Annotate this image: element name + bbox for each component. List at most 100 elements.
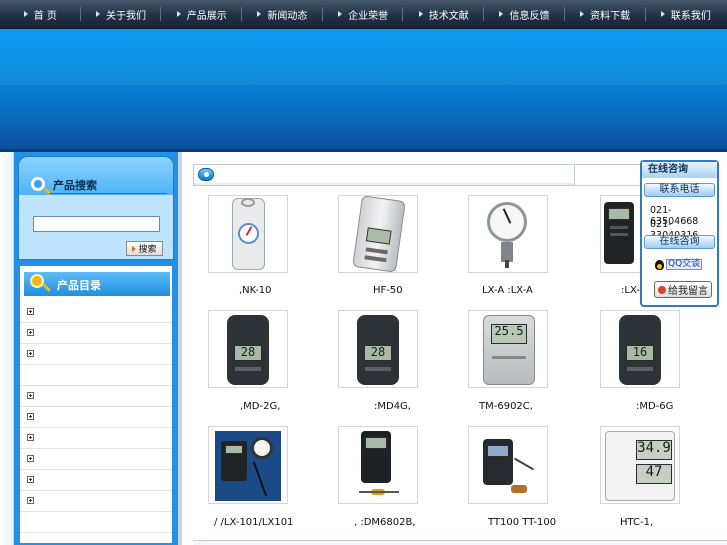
expand-plus-icon[interactable] <box>27 455 34 462</box>
expand-plus-icon[interactable] <box>27 434 34 441</box>
catalog-item[interactable] <box>20 407 172 428</box>
expand-plus-icon[interactable] <box>27 308 34 315</box>
expand-plus-icon[interactable] <box>27 497 34 504</box>
catalog-item[interactable] <box>20 365 172 386</box>
product-card[interactable]: 34.9 47 <box>600 426 680 504</box>
meter-reading: 25.5 <box>491 324 527 344</box>
hygrometer-temp: 34.9 <box>636 440 672 460</box>
product-card[interactable] <box>468 426 548 504</box>
product-card[interactable] <box>338 195 418 273</box>
play-arrow-icon <box>132 245 137 252</box>
light-meter-screen <box>225 445 243 454</box>
nav-products[interactable]: 产品展示 <box>161 0 242 28</box>
nav-downloads[interactable]: 资料下载 <box>565 0 646 28</box>
nav-arrow-icon <box>96 11 101 17</box>
moisture-meter-icon: 16 <box>619 315 661 385</box>
catalog-title: 产品目录 <box>57 279 101 292</box>
search-panel-header: 产品搜索 <box>19 157 173 195</box>
thickness-gauge-icon <box>477 433 541 499</box>
nav-label: 企业荣誉 <box>348 10 389 22</box>
nav-label: 联系我们 <box>670 10 711 22</box>
nav-news[interactable]: 新闻动态 <box>242 0 323 28</box>
product-card[interactable]: 28 <box>338 310 418 388</box>
product-card[interactable] <box>338 426 418 504</box>
product-name[interactable]: HF-50 <box>373 285 403 296</box>
product-catalog-panel: 产品目录 <box>18 264 174 545</box>
nav-label: 产品展示 <box>186 10 227 22</box>
qq-chat-link[interactable]: QQ交谈 <box>655 259 703 270</box>
online-consult-panel: 在线咨询 联系电话 021-63504668 021-33040316 在线咨询… <box>640 160 719 307</box>
nav-label: 资料下载 <box>590 10 631 22</box>
online-consult-tab[interactable]: 在线咨询 <box>644 235 715 249</box>
product-name[interactable]: TT100 TT-100 <box>488 517 556 528</box>
nav-honors[interactable]: 企业荣誉 <box>323 0 404 28</box>
catalog-item[interactable] <box>20 323 172 344</box>
key-icon <box>30 274 44 288</box>
probe-thermometer-icon <box>357 431 401 501</box>
product-card[interactable] <box>208 426 288 504</box>
product-card[interactable] <box>600 195 642 273</box>
product-name[interactable]: / /LX-101/LX101 <box>214 517 293 528</box>
leave-message-button[interactable]: 给我留言 <box>654 281 712 298</box>
catalog-item[interactable] <box>20 470 172 491</box>
force-gauge-icon <box>232 198 265 270</box>
meter-reading: 16 <box>626 345 654 361</box>
meter-reading: 28 <box>364 345 392 361</box>
expand-plus-icon[interactable] <box>27 329 34 336</box>
digital-force-gauge-icon <box>352 195 406 273</box>
hygrometer-humidity: 47 <box>636 464 672 484</box>
content-footer-strip <box>193 540 727 545</box>
moisture-meter-icon: 28 <box>227 315 269 385</box>
moisture-meter-icon: 28 <box>357 315 399 385</box>
product-card[interactable]: 28 <box>208 310 288 388</box>
contact-phone-tab[interactable]: 联系电话 <box>644 183 715 197</box>
catalog-item[interactable] <box>20 386 172 407</box>
catalog-item[interactable] <box>20 491 172 512</box>
nav-arrow-icon <box>660 11 665 17</box>
search-input[interactable] <box>33 216 160 232</box>
product-card[interactable]: 16 <box>600 310 680 388</box>
catalog-item[interactable] <box>20 428 172 449</box>
product-card[interactable]: 25.5 <box>468 310 548 388</box>
nav-docs[interactable]: 技术文献 <box>403 0 484 28</box>
catalog-item[interactable] <box>20 512 172 533</box>
search-button[interactable]: 搜索 <box>126 241 163 256</box>
product-name[interactable]: LX-A :LX-A <box>482 285 533 296</box>
catalog-item[interactable] <box>20 344 172 365</box>
nav-feedback[interactable]: 信息反馈 <box>484 0 565 28</box>
section-tag-icon <box>198 168 214 181</box>
qq-penguin-icon <box>655 259 664 270</box>
expand-plus-icon[interactable] <box>27 350 34 357</box>
message-icon <box>658 285 666 294</box>
nav-arrow-icon <box>499 11 504 17</box>
thickness-screen <box>487 445 509 457</box>
nav-label: 新闻动态 <box>267 10 308 22</box>
product-name[interactable]: :MD-6G <box>636 401 673 412</box>
meter-reading: 28 <box>234 345 262 361</box>
nav-arrow-icon <box>580 11 585 17</box>
nav-label: 关于我们 <box>106 10 147 22</box>
hygrometer-icon: 34.9 47 <box>605 431 675 501</box>
catalog-list <box>20 302 172 533</box>
product-card[interactable] <box>208 195 288 273</box>
top-navigation: 首 页 关于我们 产品展示 新闻动态 企业荣誉 技术文献 信息反馈 资料下载 联… <box>0 0 727 29</box>
catalog-item[interactable] <box>20 302 172 323</box>
product-search-panel: 产品搜索 搜索 <box>18 156 174 260</box>
catalog-item[interactable] <box>20 449 172 470</box>
expand-plus-icon[interactable] <box>27 392 34 399</box>
product-name[interactable]: HTC-1, <box>620 517 653 528</box>
nav-label: 信息反馈 <box>509 10 550 22</box>
nav-home[interactable]: 首 页 <box>0 0 81 28</box>
product-name[interactable]: ,MD-2G, <box>240 401 280 412</box>
expand-plus-icon[interactable] <box>27 413 34 420</box>
lux-meter-icon <box>604 202 634 264</box>
expand-plus-icon[interactable] <box>27 476 34 483</box>
product-name[interactable]: , :DM6802B, <box>354 517 416 528</box>
product-card[interactable] <box>468 195 548 273</box>
product-name[interactable]: TM-6902C, <box>479 401 533 412</box>
content-title-bar <box>193 164 575 186</box>
product-name[interactable]: ,NK-10 <box>239 285 272 296</box>
nav-contact[interactable]: 联系我们 <box>646 0 727 28</box>
product-name[interactable]: :MD4G, <box>374 401 411 412</box>
nav-about[interactable]: 关于我们 <box>81 0 162 28</box>
